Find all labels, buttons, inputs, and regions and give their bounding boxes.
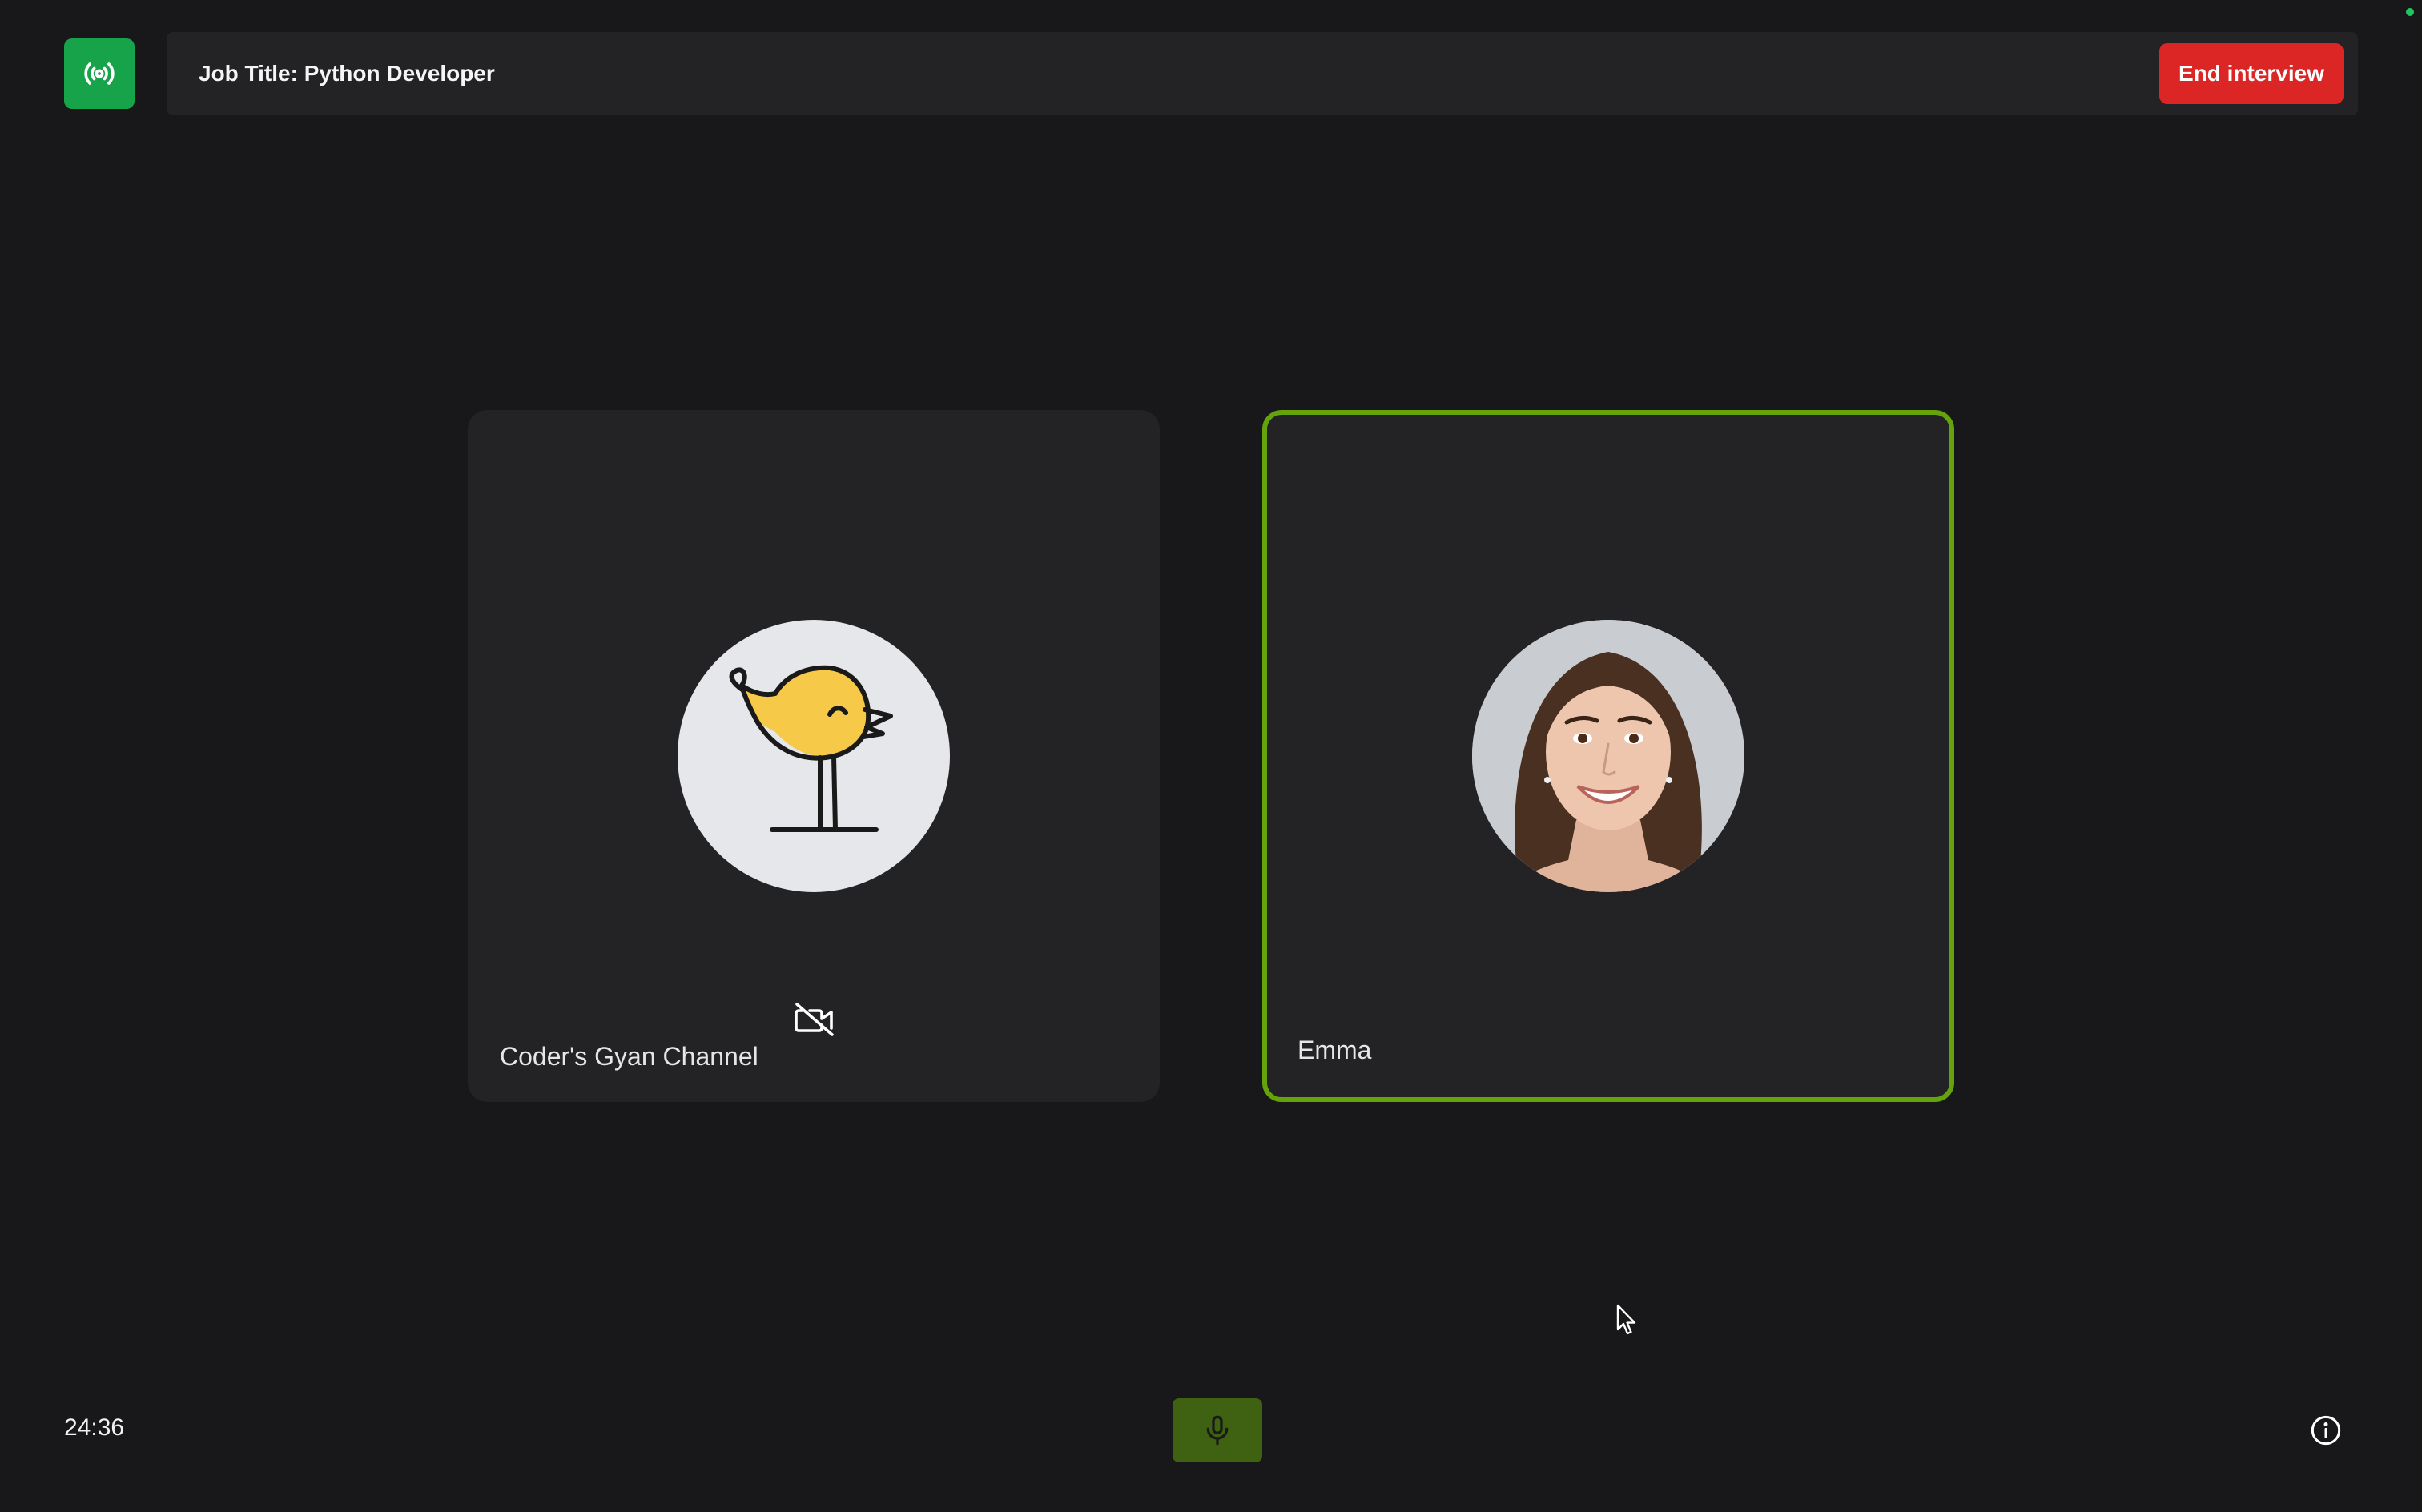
job-title: Job Title: Python Developer bbox=[199, 61, 495, 86]
info-icon bbox=[2311, 1415, 2341, 1446]
participant-tile-host: Coder's Gyan Channel bbox=[468, 410, 1160, 1102]
header-bar: Job Title: Python Developer End intervie… bbox=[167, 32, 2358, 115]
participant-name: Emma bbox=[1298, 1035, 1372, 1064]
bird-logo-icon bbox=[729, 665, 893, 832]
info-button[interactable] bbox=[2310, 1414, 2342, 1446]
participant-name: Coder's Gyan Channel bbox=[500, 1042, 758, 1071]
interview-room: Job Title: Python Developer End intervie… bbox=[0, 0, 2422, 1512]
participant-tile-candidate: Emma bbox=[1262, 410, 1954, 1102]
avatar bbox=[678, 620, 950, 892]
end-interview-button[interactable]: End interview bbox=[2158, 43, 2344, 104]
microphone-icon bbox=[1206, 1415, 1229, 1446]
interview-timer: 24:36 bbox=[64, 1414, 125, 1441]
connection-status-dot bbox=[2406, 8, 2414, 16]
broadcast-signal-icon bbox=[84, 62, 115, 85]
avatar bbox=[1472, 620, 1744, 892]
camera-off-icon bbox=[795, 1003, 834, 1036]
microphone-toggle-button[interactable] bbox=[1173, 1398, 1262, 1462]
broadcast-button[interactable] bbox=[64, 38, 135, 109]
mouse-cursor-icon bbox=[1616, 1304, 1636, 1335]
profile-photo bbox=[1472, 620, 1744, 892]
